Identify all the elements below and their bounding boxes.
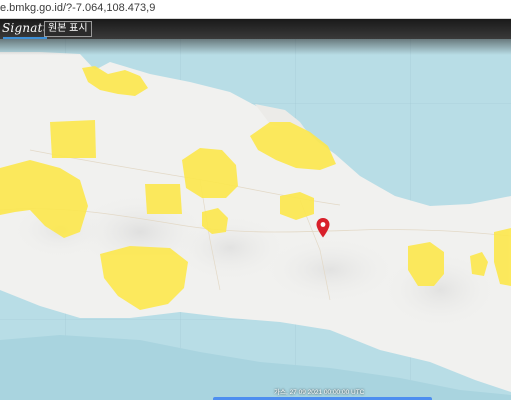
map-pin-icon[interactable]: [316, 218, 330, 238]
region-2: [50, 120, 96, 158]
address-url[interactable]: e.bmkg.go.id/?-7.064,108.473,9: [0, 2, 155, 14]
map-view[interactable]: [0, 19, 511, 400]
map-canvas[interactable]: [0, 19, 511, 400]
header-shadow: [0, 39, 511, 55]
logo-underline: [3, 37, 47, 39]
region-4: [145, 184, 182, 214]
browser-address-bar[interactable]: e.bmkg.go.id/?-7.064,108.473,9: [0, 0, 511, 19]
timeline-time-label: 가스, 27 09 2021 00:00:00 UTC: [274, 389, 365, 396]
show-original-button[interactable]: 원본 표시: [44, 21, 92, 37]
